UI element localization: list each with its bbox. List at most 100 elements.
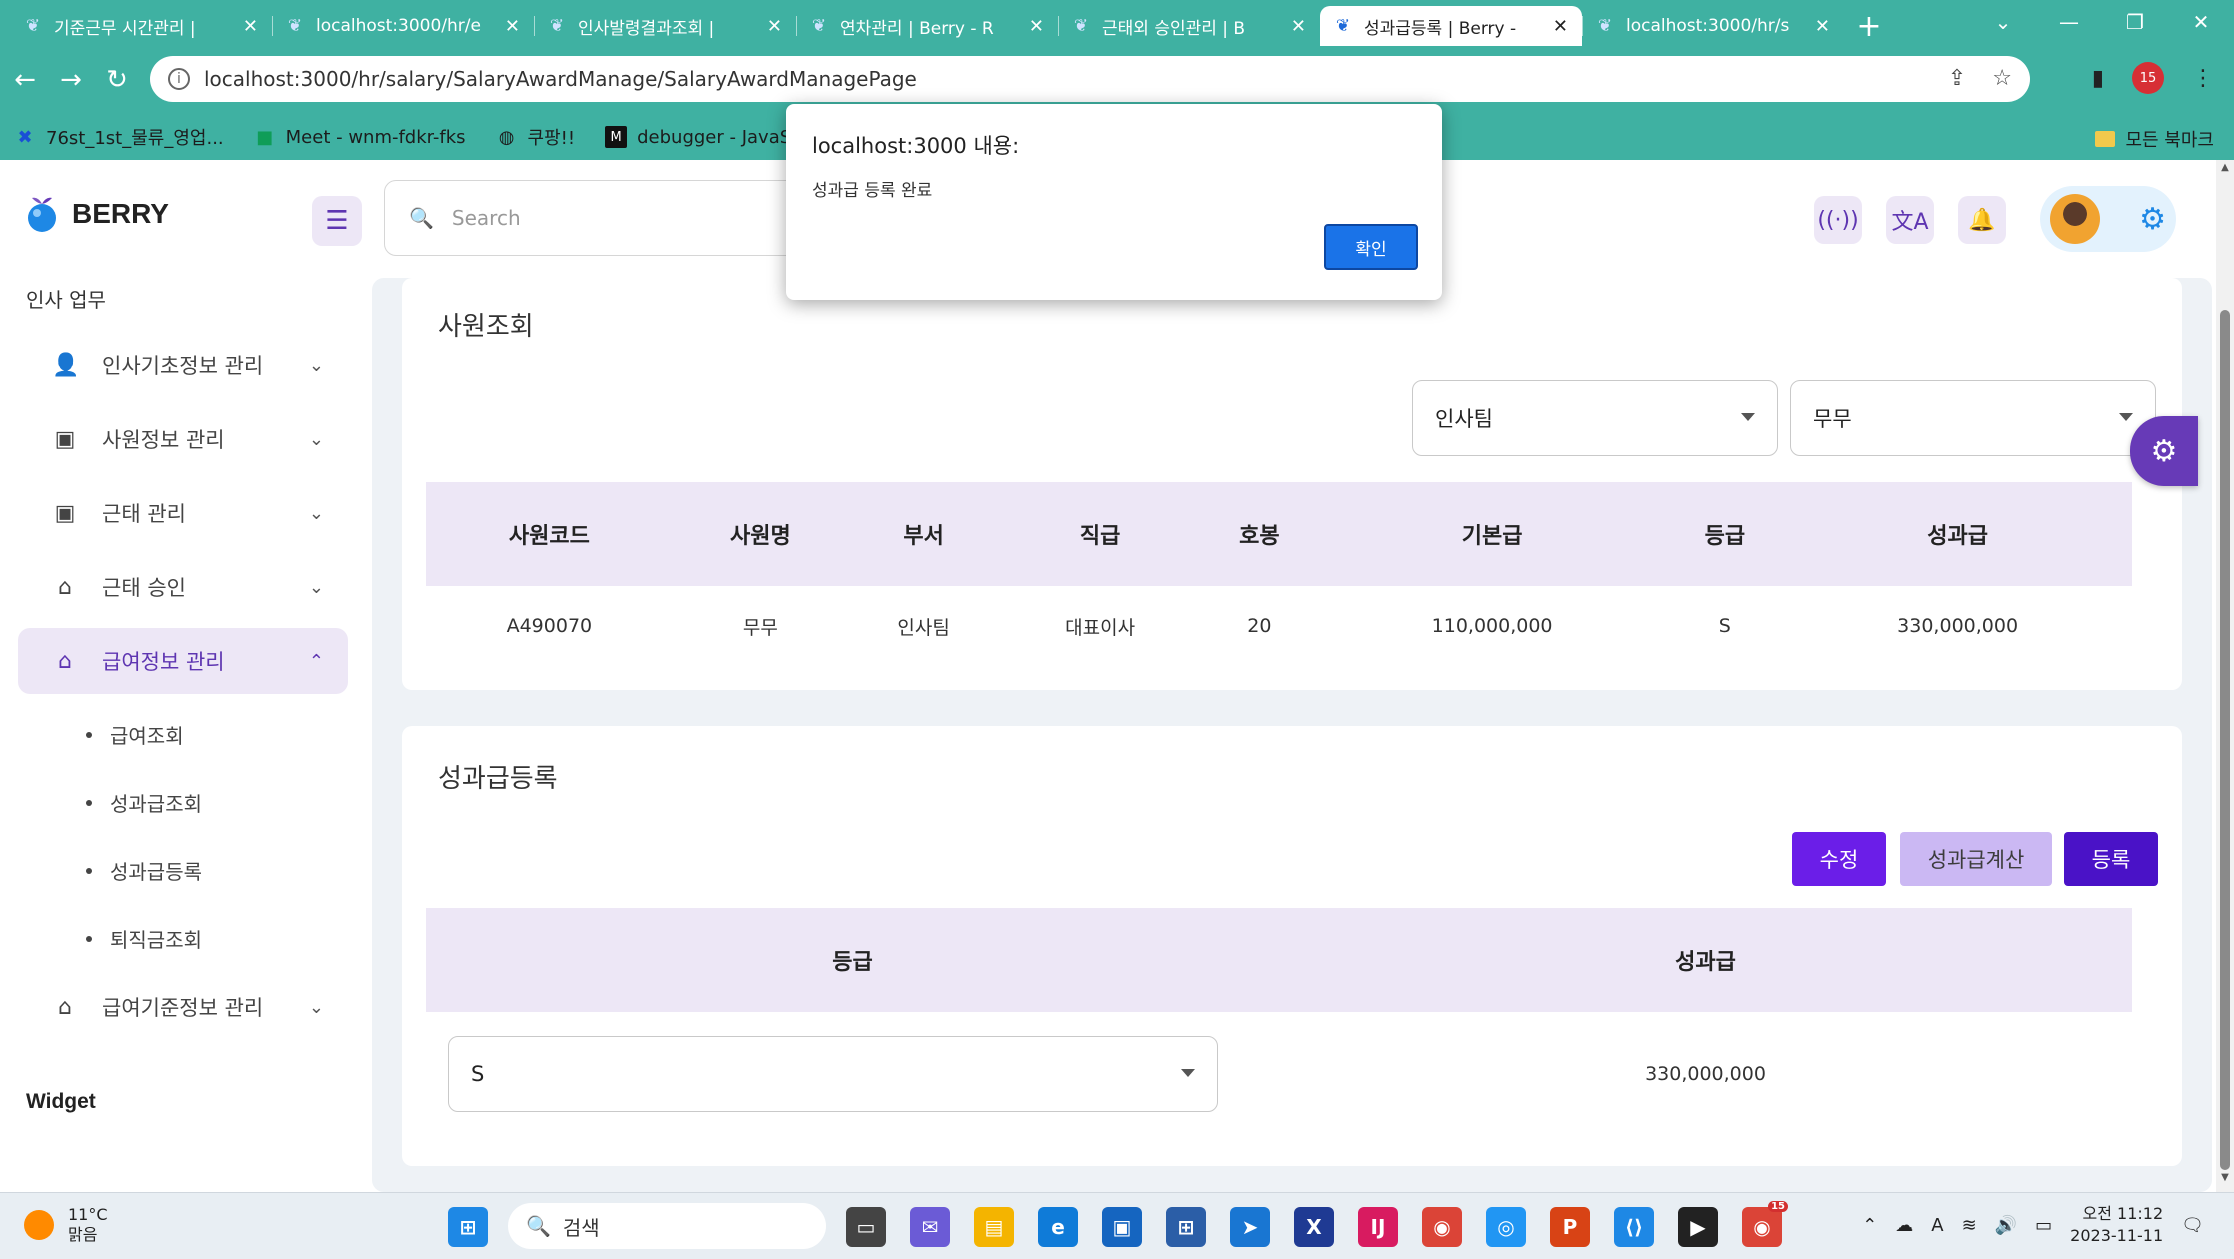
scroll-down-icon[interactable]: ▼: [2216, 1172, 2234, 1190]
browser-tab-active[interactable]: ❦ 성과급등록 | Berry - ✕: [1320, 6, 1582, 46]
edit-button[interactable]: 수정: [1792, 832, 1886, 886]
sidebar-subitem-award-view[interactable]: 성과급조회: [86, 788, 202, 817]
media-player-icon[interactable]: ▶: [1678, 1207, 1718, 1247]
employee-search-card: 사원조회 인사팀 무무 사원코드 사원명 부서 직급 호봉 기본급 등급 성과급…: [402, 278, 2182, 690]
clock[interactable]: 오전 11:12 2023-11-11: [2070, 1203, 2163, 1247]
alert-ok-button[interactable]: 확인: [1324, 224, 1418, 270]
scrollbar-thumb[interactable]: [2220, 310, 2230, 1170]
chevron-up-icon[interactable]: ⌃: [1862, 1215, 1877, 1236]
teams-chat-icon[interactable]: ✉: [910, 1207, 950, 1247]
column-header: 등급: [426, 908, 1279, 1012]
close-icon[interactable]: ✕: [1815, 16, 1830, 37]
bookmark-item[interactable]: ◍ 쿠팡!!: [496, 124, 575, 150]
browser-tab[interactable]: ❦ 인사발령결과조회 | ✕: [534, 6, 796, 46]
sidebar-item-label: 급여기준정보 관리: [102, 996, 264, 1020]
system-tray: ⌃ ☁ A ≋ 🔊 ▭ 오전 11:12 2023-11-11 🗨: [1862, 1203, 2204, 1247]
site-info-icon[interactable]: i: [168, 68, 190, 90]
edge-icon[interactable]: e: [1038, 1207, 1078, 1247]
battery-icon[interactable]: ▭: [2035, 1215, 2052, 1236]
forward-icon[interactable]: →: [48, 65, 94, 95]
arrow-app-icon[interactable]: ➤: [1230, 1207, 1270, 1247]
tab-title: 인사발령결과조회 |: [578, 18, 715, 39]
sidebar-subitem-award-register[interactable]: 성과급등록: [86, 856, 202, 885]
sidebar-item-salary-info[interactable]: ⌂ 급여정보 관리 ⌃: [18, 628, 348, 694]
ime-icon[interactable]: A: [1931, 1215, 1943, 1236]
sidebar-item-hr-basic[interactable]: 👤 인사기초정보 관리 ⌄: [18, 332, 348, 398]
sidebar-subitem-severance-view[interactable]: 퇴직금조회: [86, 924, 202, 953]
table-row[interactable]: A490070 무무 인사팀 대표이사 20 110,000,000 S 330…: [426, 586, 2132, 666]
browser-tab[interactable]: ❦ localhost:3000/hr/s ✕: [1582, 6, 1844, 46]
sidebar-subitem-salary-view[interactable]: 급여조회: [86, 720, 184, 749]
tab-search-icon[interactable]: ⌄: [1970, 0, 2036, 44]
bookmark-star-icon[interactable]: ☆: [1992, 66, 2012, 91]
sidebar-item-attendance-approval[interactable]: ⌂ 근태 승인 ⌄: [18, 554, 348, 620]
side-panel-icon[interactable]: ▮: [2092, 66, 2104, 91]
menu-toggle-icon[interactable]: ☰: [312, 196, 362, 246]
monitor-icon[interactable]: ▣: [1102, 1207, 1142, 1247]
back-icon[interactable]: ←: [2, 65, 48, 95]
taskbar-search[interactable]: 🔍 검색: [508, 1203, 826, 1249]
x-logo-icon: ✖: [17, 126, 33, 148]
windows-start-icon[interactable]: ⊞: [448, 1207, 488, 1247]
notification-center-icon[interactable]: 🗨: [2181, 1215, 2204, 1236]
scroll-up-icon[interactable]: ▲: [2216, 162, 2234, 180]
x-app-icon[interactable]: X: [1294, 1207, 1334, 1247]
chevron-down-icon: ⌄: [308, 428, 324, 450]
close-icon[interactable]: ✕: [505, 16, 520, 37]
new-tab-icon[interactable]: +: [1844, 6, 1894, 46]
window-close-icon[interactable]: ✕: [2168, 0, 2234, 44]
search-icon: 🔍: [526, 1214, 551, 1238]
sidebar-item-label: 급여정보 관리: [102, 650, 225, 674]
volume-icon[interactable]: 🔊: [1995, 1215, 2017, 1236]
bookmark-item[interactable]: ■ Meet - wnm-fdkr-fks: [254, 126, 466, 148]
wifi-icon[interactable]: ≋: [1962, 1215, 1977, 1236]
close-icon[interactable]: ✕: [767, 16, 782, 37]
live-broadcast-icon[interactable]: ((·)): [1814, 196, 1862, 244]
intellij-icon[interactable]: IJ: [1358, 1207, 1398, 1247]
minimize-icon[interactable]: —: [2036, 0, 2102, 44]
browser-tab[interactable]: ❦ 기준근무 시간관리 | ✕: [10, 6, 272, 46]
calculate-award-button[interactable]: 성과급계산: [1900, 832, 2052, 886]
close-icon[interactable]: ✕: [1291, 16, 1306, 37]
store-icon[interactable]: ⊞: [1166, 1207, 1206, 1247]
department-select[interactable]: 인사팀: [1412, 380, 1778, 456]
bookmark-label: Meet - wnm-fdkr-fks: [285, 126, 466, 148]
sidebar-section-title: 인사 업무: [26, 288, 106, 312]
reload-icon[interactable]: ↻: [94, 65, 140, 95]
close-icon[interactable]: ✕: [243, 16, 258, 37]
browser-tab[interactable]: ❦ 근태외 승인관리 | B ✕: [1058, 6, 1320, 46]
menu-kebab-icon[interactable]: ⋮: [2192, 66, 2214, 91]
profile-avatar-icon[interactable]: 15: [2132, 62, 2164, 94]
grade-select[interactable]: S: [448, 1036, 1218, 1112]
all-bookmarks-folder[interactable]: 모든 북마크: [2095, 126, 2214, 152]
close-icon[interactable]: ✕: [1029, 16, 1044, 37]
customize-settings-icon[interactable]: ⚙: [2130, 416, 2198, 486]
browser-tab[interactable]: ❦ 연차관리 | Berry - R ✕: [796, 6, 1058, 46]
brand-logo[interactable]: BERRY: [24, 194, 169, 234]
bell-icon[interactable]: 🔔: [1958, 196, 2006, 244]
chrome-icon[interactable]: ◉: [1422, 1207, 1462, 1247]
cloud-icon[interactable]: ☁: [1895, 1215, 1913, 1236]
chrome-profile-icon[interactable]: ◉ 15: [1742, 1201, 1788, 1247]
share-icon[interactable]: ⇪: [1948, 66, 1966, 91]
employee-select-value: 무무: [1813, 407, 1852, 431]
sidebar-item-attendance[interactable]: ▣ 근태 관리 ⌄: [18, 480, 348, 546]
translate-icon[interactable]: 文A: [1886, 196, 1934, 244]
powerpoint-icon[interactable]: P: [1550, 1207, 1590, 1247]
task-view-icon[interactable]: ▭: [846, 1207, 886, 1247]
register-button[interactable]: 등록: [2064, 832, 2158, 886]
sidebar-item-employee-info[interactable]: ▣ 사원정보 관리 ⌄: [18, 406, 348, 472]
vscode-icon[interactable]: ⟨⟩: [1614, 1207, 1654, 1247]
sidebar-item-salary-standard[interactable]: ⌂ 급여기준정보 관리 ⌄: [18, 974, 348, 1040]
bookmark-item[interactable]: ✖ 76st_1st_물류_영업...: [14, 124, 223, 150]
camera-app-icon[interactable]: ◎: [1486, 1207, 1526, 1247]
file-explorer-icon[interactable]: ▤: [974, 1207, 1014, 1247]
browser-tab[interactable]: ❦ localhost:3000/hr/e ✕: [272, 6, 534, 46]
url-bar[interactable]: i localhost:3000/hr/salary/SalaryAwardMa…: [150, 56, 2030, 102]
tab-title: localhost:3000/hr/e: [316, 16, 481, 36]
weather-widget[interactable]: 11°C 맑음: [24, 1205, 108, 1245]
restore-icon[interactable]: ❐: [2102, 0, 2168, 44]
profile-menu[interactable]: ⚙: [2040, 186, 2176, 252]
employee-select[interactable]: 무무: [1790, 380, 2156, 456]
close-icon[interactable]: ✕: [1553, 16, 1568, 37]
